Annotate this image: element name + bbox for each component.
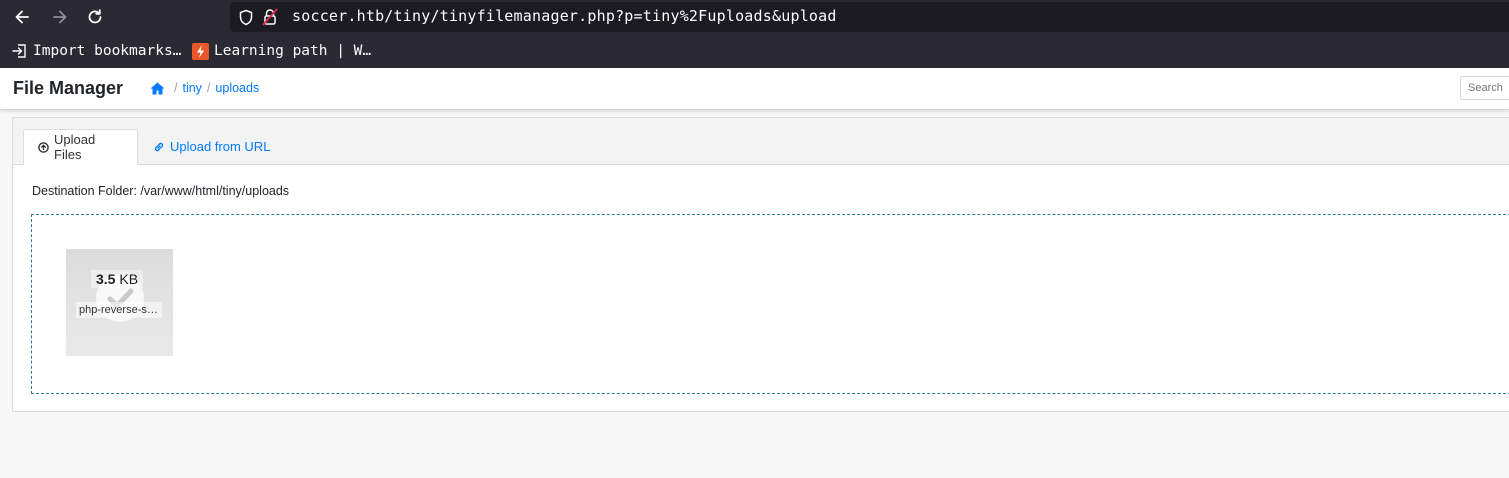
breadcrumb-separator: / (174, 81, 178, 95)
brand-title[interactable]: File Manager (13, 78, 123, 99)
forward-arrow-icon (53, 10, 67, 24)
reload-icon (88, 9, 102, 24)
breadcrumb-separator: / (206, 81, 211, 95)
forward-button[interactable] (46, 4, 74, 30)
breadcrumb: / tiny / uploads (150, 81, 259, 95)
upload-card: Upload Files Upload from URL Destination… (12, 117, 1509, 412)
shield-icon[interactable] (238, 9, 254, 26)
breadcrumb-uploads[interactable]: uploads (215, 81, 259, 95)
insecure-lock-icon[interactable] (262, 8, 278, 26)
file-size: 3.5 KB (91, 270, 144, 288)
bookmark-label: Learning path | W… (214, 43, 372, 59)
url-text[interactable]: soccer.htb/tiny/tinyfilemanager.php?p=ti… (292, 7, 837, 25)
browser-toolbar: soccer.htb/tiny/tinyfilemanager.php?p=ti… (0, 0, 1509, 68)
tab-label: Upload Files (54, 132, 96, 162)
bookmark-import[interactable]: Import bookmarks… (12, 40, 181, 62)
tab-upload-from-url[interactable]: Upload from URL (139, 129, 284, 164)
search-input[interactable] (1460, 76, 1509, 100)
address-bar[interactable]: soccer.htb/tiny/tinyfilemanager.php?p=ti… (230, 2, 1509, 32)
file-name: php-reverse-shell.php (76, 302, 162, 318)
bookmark-learning-path[interactable]: Learning path | W… (192, 40, 371, 62)
breadcrumb-tiny[interactable]: tiny (182, 81, 201, 95)
bookmark-label: Import bookmarks… (33, 43, 182, 59)
upload-dropzone[interactable]: 3.5 KB php-reverse-shell.php (31, 214, 1509, 394)
back-arrow-icon (15, 10, 29, 24)
link-icon (154, 142, 164, 151)
upload-tabs: Upload Files Upload from URL (13, 118, 1509, 165)
file-preview[interactable]: 3.5 KB php-reverse-shell.php (66, 249, 173, 356)
home-icon[interactable] (150, 82, 165, 95)
learning-path-favicon (192, 42, 209, 60)
import-icon (12, 44, 26, 58)
tab-label: Upload from URL (170, 139, 271, 154)
app-navbar: File Manager / tiny / uploads (0, 68, 1509, 110)
back-button[interactable] (8, 4, 36, 30)
tab-upload-files[interactable]: Upload Files (23, 129, 138, 165)
destination-folder: Destination Folder: /var/www/html/tiny/u… (32, 184, 290, 198)
upload-circle-icon (38, 141, 49, 153)
reload-button[interactable] (81, 4, 109, 30)
